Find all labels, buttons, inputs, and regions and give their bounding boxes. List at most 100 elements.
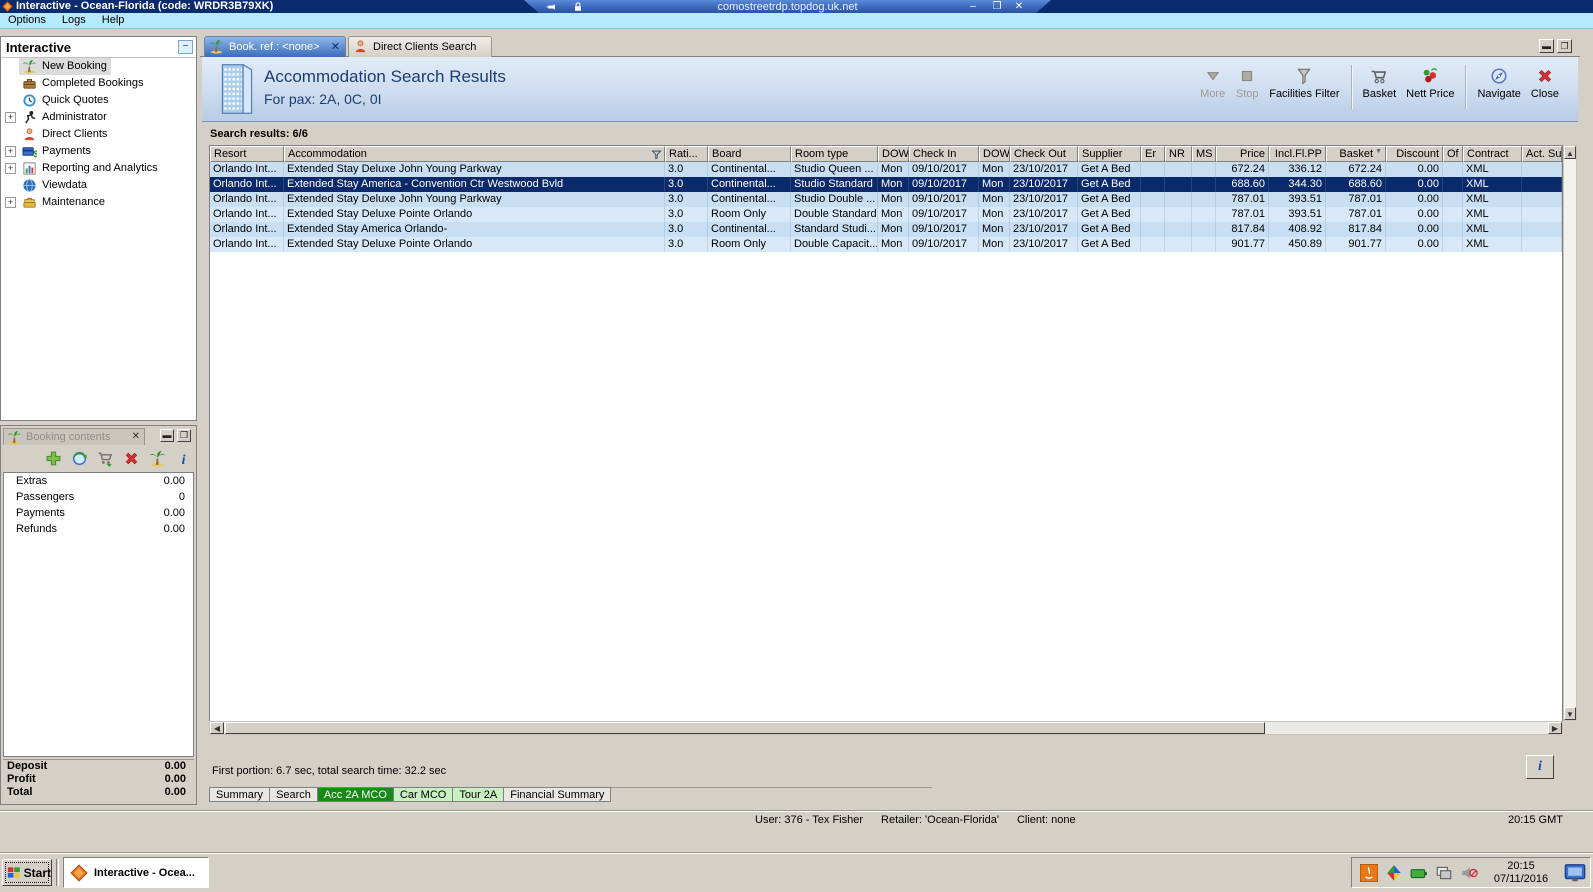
expand-toggle[interactable]: +	[5, 197, 16, 208]
vertical-scrollbar[interactable]: ▲ ▼	[1563, 145, 1577, 721]
sidebar-item-administrator[interactable]: + Administrator	[1, 109, 196, 126]
table-row[interactable]: Orlando Int... Extended Stay America - Co…	[210, 177, 1562, 192]
tab-book-ref-none-[interactable]: Book. ref.: <none> ✕	[204, 36, 346, 57]
column-header-rati[interactable]: Rati...	[665, 146, 708, 162]
table-row[interactable]: Orlando Int... Extended Stay Deluxe John …	[210, 192, 1562, 207]
scrollbar-thumb[interactable]	[225, 722, 1265, 734]
table-row[interactable]: Orlando Int... Extended Stay Deluxe Point…	[210, 237, 1562, 252]
expand-toggle[interactable]: +	[5, 146, 16, 157]
taskbar-task-button[interactable]: Interactive - Ocea...	[63, 857, 209, 888]
sidebar-item-reporting-and-analytics[interactable]: + Reporting and Analytics	[1, 160, 196, 177]
scroll-right-arrow[interactable]: ▶	[1548, 722, 1562, 734]
bottom-tab-car-mco[interactable]: Car MCO	[393, 787, 454, 802]
scroll-up-arrow[interactable]: ▲	[1564, 146, 1576, 159]
column-header-nr[interactable]: NR	[1165, 146, 1192, 162]
facilities-filter-button[interactable]: Facilities Filter	[1264, 63, 1344, 100]
close-button[interactable]: Close	[1526, 63, 1564, 100]
column-header-er[interactable]: Er	[1141, 146, 1165, 162]
horizontal-scrollbar[interactable]: ◀ ▶	[209, 721, 1563, 735]
mdi-minimize-button[interactable]: ▬	[1539, 39, 1554, 53]
sidebar-item-direct-clients[interactable]: Direct Clients	[1, 126, 196, 143]
java-tray-icon[interactable]	[1360, 864, 1378, 882]
sidebar-item-payments[interactable]: + Payments	[1, 143, 196, 160]
column-header-ms[interactable]: MS	[1192, 146, 1216, 162]
menu-item-help[interactable]: Help	[94, 13, 133, 28]
booking-contents-close-icon[interactable]: ✕	[132, 431, 140, 442]
bottom-tab-summary[interactable]: Summary	[209, 787, 271, 802]
move-to-cart-icon[interactable]	[97, 450, 114, 467]
column-header-of[interactable]: Of	[1443, 146, 1463, 162]
column-header-discount[interactable]: Discount	[1386, 146, 1443, 162]
volume-muted-icon[interactable]	[1460, 864, 1478, 882]
booking-list-item: Refunds 0.00	[4, 521, 193, 537]
column-header-roomtype[interactable]: Room type	[791, 146, 878, 162]
nett-price-button[interactable]: Nett Price	[1401, 63, 1459, 100]
column-header-contract[interactable]: Contract	[1463, 146, 1522, 162]
column-header-basket[interactable]: Basket ▼	[1326, 146, 1386, 162]
menu-item-options[interactable]: Options	[0, 13, 54, 28]
tab-direct-clients-search[interactable]: Direct Clients Search	[348, 36, 492, 57]
refresh-quote-icon[interactable]	[71, 450, 88, 467]
start-button[interactable]: Start	[2, 859, 52, 886]
column-header-supplier[interactable]: Supplier	[1078, 146, 1141, 162]
bottom-tab-financial-summary[interactable]: Financial Summary	[504, 787, 612, 802]
taskbar: Start Interactive - Ocea... 20:15 07/11/…	[0, 853, 1593, 892]
column-header-checkin[interactable]: Check In	[909, 146, 979, 162]
bottom-tab-search[interactable]: Search	[270, 787, 318, 802]
table-cell: Mon	[878, 207, 909, 222]
bottom-tab-tour-2a[interactable]: Tour 2A	[453, 787, 505, 802]
column-header-dow[interactable]: DOW	[878, 146, 909, 162]
sidebar-item-maintenance[interactable]: + Maintenance	[1, 194, 196, 211]
bottom-tab-acc-2a-mco[interactable]: Acc 2A MCO	[317, 787, 394, 802]
column-header-dow[interactable]: DOW	[979, 146, 1010, 162]
navigate-button[interactable]: Navigate	[1472, 63, 1525, 100]
column-header-resort[interactable]: Resort	[210, 146, 284, 162]
navigator-collapse-button[interactable]: −	[178, 40, 193, 54]
booking-maximize-button[interactable]: ❒	[177, 429, 191, 442]
expand-toggle[interactable]: +	[5, 163, 16, 174]
column-header-actsu[interactable]: Act. Su	[1522, 146, 1562, 162]
status-bar: User: 376 - Tex Fisher Retailer: 'Ocean-F…	[0, 810, 1593, 827]
table-row[interactable]: Orlando Int... Extended Stay America Orla…	[210, 222, 1562, 237]
table-row[interactable]: Orlando Int... Extended Stay Deluxe John …	[210, 162, 1562, 177]
rdp-restore-button[interactable]: ❐	[989, 1, 1005, 13]
delete-item-icon[interactable]	[123, 450, 140, 467]
add-item-icon[interactable]	[45, 450, 62, 467]
column-header-checkout[interactable]: Check Out	[1010, 146, 1078, 162]
sidebar-item-viewdata[interactable]: Viewdata	[1, 177, 196, 194]
mdi-restore-button[interactable]: ❒	[1557, 39, 1572, 53]
booking-contents-tab[interactable]: Booking contents ✕	[3, 428, 145, 445]
document-tab-bar: Direct Clients Search Book. ref.: <none> ✕…	[200, 36, 1580, 57]
expand-toggle[interactable]: +	[5, 112, 16, 123]
screen: Interactive - Ocean-Florida (code: WRDR3…	[0, 0, 1593, 892]
plus-icon	[45, 450, 62, 467]
column-header-board[interactable]: Board	[708, 146, 791, 162]
network-tray-icon[interactable]	[1435, 864, 1453, 882]
sidebar-item-new-booking[interactable]: New Booking	[1, 58, 196, 75]
scroll-down-arrow[interactable]: ▼	[1564, 707, 1576, 720]
sidebar-item-completed-bookings[interactable]: Completed Bookings	[1, 75, 196, 92]
rdp-close-button[interactable]: ✕	[1011, 1, 1027, 13]
sidebar-item-quick-quotes[interactable]: Quick Quotes	[1, 92, 196, 109]
menu-item-logs[interactable]: Logs	[54, 13, 94, 28]
column-header-price[interactable]: Price	[1216, 146, 1269, 162]
tab-close-icon[interactable]: ✕	[331, 40, 340, 53]
info-button[interactable]: i	[1526, 755, 1554, 779]
info-icon[interactable]	[175, 450, 192, 467]
table-row[interactable]: Orlando Int... Extended Stay Deluxe Point…	[210, 207, 1562, 222]
table-cell: Studio Queen ...	[791, 162, 878, 177]
display-settings-icon[interactable]	[1564, 862, 1586, 884]
scroll-left-arrow[interactable]: ◀	[210, 722, 224, 734]
column-filter-icon[interactable]	[651, 149, 662, 160]
security-tray-icon[interactable]	[1385, 864, 1403, 882]
booking-contents-list: Extras 0.00 Passengers 0 Payments 0.00 Refunds…	[3, 472, 194, 757]
booking-minimize-button[interactable]: ▬	[160, 429, 174, 442]
holiday-icon[interactable]	[149, 450, 166, 467]
battery-tray-icon[interactable]	[1410, 864, 1428, 882]
taskbar-clock[interactable]: 20:15 07/11/2016	[1485, 860, 1557, 886]
column-header-accommodation[interactable]: Accommodation	[284, 146, 665, 162]
column-header-inclflpp[interactable]: Incl.Fl.PP	[1269, 146, 1326, 162]
rdp-minimize-button[interactable]: –	[965, 1, 981, 13]
table-cell: Continental...	[708, 177, 791, 192]
basket-button[interactable]: Basket	[1358, 63, 1402, 100]
